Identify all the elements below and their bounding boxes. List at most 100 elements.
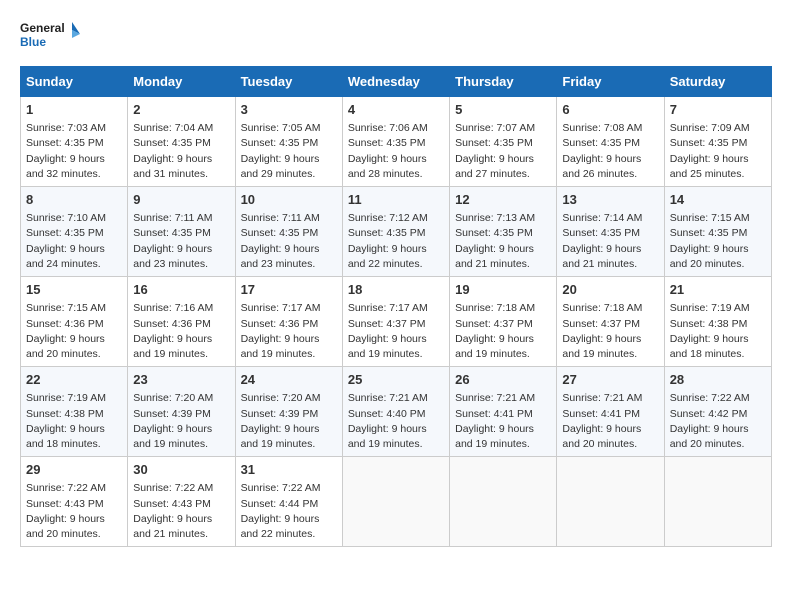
- day-info: Sunrise: 7:05 AMSunset: 4:35 PMDaylight:…: [241, 121, 337, 182]
- calendar-cell: 16 Sunrise: 7:16 AMSunset: 4:36 PMDayligh…: [128, 277, 235, 367]
- day-number: 1: [26, 101, 122, 119]
- svg-text:Blue: Blue: [20, 35, 46, 49]
- day-info: Sunrise: 7:20 AMSunset: 4:39 PMDaylight:…: [241, 391, 337, 452]
- day-number: 13: [562, 191, 658, 209]
- day-number: 27: [562, 371, 658, 389]
- calendar-cell: 23 Sunrise: 7:20 AMSunset: 4:39 PMDayligh…: [128, 367, 235, 457]
- calendar-cell: 5Sunrise: 7:07 AMSunset: 4:35 PMDaylight…: [450, 97, 557, 187]
- day-info: Sunrise: 7:11 AMSunset: 4:35 PMDaylight:…: [133, 211, 229, 272]
- day-number: 25: [348, 371, 444, 389]
- day-number: 9: [133, 191, 229, 209]
- day-number: 30: [133, 461, 229, 479]
- calendar-cell: 14Sunrise: 7:15 AMSunset: 4:35 PMDayligh…: [664, 187, 771, 277]
- day-info: Sunrise: 7:21 AMSunset: 4:41 PMDaylight:…: [455, 391, 551, 452]
- calendar-cell: 22 Sunrise: 7:19 AMSunset: 4:38 PMDayligh…: [21, 367, 128, 457]
- day-info: Sunrise: 7:03 AMSunset: 4:35 PMDaylight:…: [26, 121, 122, 182]
- day-info: Sunrise: 7:22 AMSunset: 4:42 PMDaylight:…: [670, 391, 766, 452]
- calendar-cell: 19Sunrise: 7:18 AMSunset: 4:37 PMDayligh…: [450, 277, 557, 367]
- calendar-cell: 3 Sunrise: 7:05 AMSunset: 4:35 PMDaylight…: [235, 97, 342, 187]
- day-info: Sunrise: 7:14 AMSunset: 4:35 PMDaylight:…: [562, 211, 658, 272]
- calendar-week-4: 22 Sunrise: 7:19 AMSunset: 4:38 PMDayligh…: [21, 367, 772, 457]
- day-info: Sunrise: 7:12 AMSunset: 4:35 PMDaylight:…: [348, 211, 444, 272]
- calendar-cell: [664, 457, 771, 547]
- header-day-friday: Friday: [557, 67, 664, 97]
- calendar-body: 1 Sunrise: 7:03 AMSunset: 4:35 PMDaylight…: [21, 97, 772, 547]
- day-info: Sunrise: 7:04 AMSunset: 4:35 PMDaylight:…: [133, 121, 229, 182]
- day-number: 4: [348, 101, 444, 119]
- calendar-cell: 29Sunrise: 7:22 AMSunset: 4:43 PMDayligh…: [21, 457, 128, 547]
- day-number: 26: [455, 371, 551, 389]
- day-number: 17: [241, 281, 337, 299]
- calendar-cell: 21 Sunrise: 7:19 AMSunset: 4:38 PMDayligh…: [664, 277, 771, 367]
- day-info: Sunrise: 7:22 AMSunset: 4:43 PMDaylight:…: [133, 481, 229, 542]
- day-info: Sunrise: 7:20 AMSunset: 4:39 PMDaylight:…: [133, 391, 229, 452]
- page-header: General Blue: [20, 16, 772, 56]
- day-info: Sunrise: 7:06 AMSunset: 4:35 PMDaylight:…: [348, 121, 444, 182]
- day-info: Sunrise: 7:16 AMSunset: 4:36 PMDaylight:…: [133, 301, 229, 362]
- calendar-cell: 6 Sunrise: 7:08 AMSunset: 4:35 PMDaylight…: [557, 97, 664, 187]
- day-info: Sunrise: 7:19 AMSunset: 4:38 PMDaylight:…: [26, 391, 122, 452]
- day-number: 23: [133, 371, 229, 389]
- calendar-cell: 4 Sunrise: 7:06 AMSunset: 4:35 PMDaylight…: [342, 97, 449, 187]
- header-day-thursday: Thursday: [450, 67, 557, 97]
- header-day-sunday: Sunday: [21, 67, 128, 97]
- day-number: 6: [562, 101, 658, 119]
- calendar-cell: 8 Sunrise: 7:10 AMSunset: 4:35 PMDaylight…: [21, 187, 128, 277]
- day-info: Sunrise: 7:10 AMSunset: 4:35 PMDaylight:…: [26, 211, 122, 272]
- day-info: Sunrise: 7:22 AMSunset: 4:44 PMDaylight:…: [241, 481, 337, 542]
- calendar-cell: [342, 457, 449, 547]
- logo: General Blue: [20, 16, 80, 56]
- day-number: 11: [348, 191, 444, 209]
- day-number: 22: [26, 371, 122, 389]
- calendar-cell: 7Sunrise: 7:09 AMSunset: 4:35 PMDaylight…: [664, 97, 771, 187]
- calendar-cell: 1 Sunrise: 7:03 AMSunset: 4:35 PMDaylight…: [21, 97, 128, 187]
- day-number: 8: [26, 191, 122, 209]
- calendar-cell: 28 Sunrise: 7:22 AMSunset: 4:42 PMDayligh…: [664, 367, 771, 457]
- calendar-cell: 10 Sunrise: 7:11 AMSunset: 4:35 PMDayligh…: [235, 187, 342, 277]
- calendar-cell: 24 Sunrise: 7:20 AMSunset: 4:39 PMDayligh…: [235, 367, 342, 457]
- calendar-cell: 12Sunrise: 7:13 AMSunset: 4:35 PMDayligh…: [450, 187, 557, 277]
- day-info: Sunrise: 7:18 AMSunset: 4:37 PMDaylight:…: [455, 301, 551, 362]
- day-number: 15: [26, 281, 122, 299]
- day-info: Sunrise: 7:09 AMSunset: 4:35 PMDaylight:…: [670, 121, 766, 182]
- calendar-cell: 2 Sunrise: 7:04 AMSunset: 4:35 PMDaylight…: [128, 97, 235, 187]
- day-info: Sunrise: 7:13 AMSunset: 4:35 PMDaylight:…: [455, 211, 551, 272]
- day-info: Sunrise: 7:08 AMSunset: 4:35 PMDaylight:…: [562, 121, 658, 182]
- calendar-cell: 26 Sunrise: 7:21 AMSunset: 4:41 PMDayligh…: [450, 367, 557, 457]
- calendar-table: SundayMondayTuesdayWednesdayThursdayFrid…: [20, 66, 772, 547]
- calendar-cell: 30 Sunrise: 7:22 AMSunset: 4:43 PMDayligh…: [128, 457, 235, 547]
- day-number: 21: [670, 281, 766, 299]
- day-number: 28: [670, 371, 766, 389]
- logo-svg: General Blue: [20, 16, 80, 56]
- calendar-cell: [557, 457, 664, 547]
- calendar-cell: 18Sunrise: 7:17 AMSunset: 4:37 PMDayligh…: [342, 277, 449, 367]
- day-number: 20: [562, 281, 658, 299]
- day-info: Sunrise: 7:11 AMSunset: 4:35 PMDaylight:…: [241, 211, 337, 272]
- day-info: Sunrise: 7:19 AMSunset: 4:38 PMDaylight:…: [670, 301, 766, 362]
- day-number: 31: [241, 461, 337, 479]
- day-info: Sunrise: 7:17 AMSunset: 4:36 PMDaylight:…: [241, 301, 337, 362]
- calendar-header: SundayMondayTuesdayWednesdayThursdayFrid…: [21, 67, 772, 97]
- day-info: Sunrise: 7:22 AMSunset: 4:43 PMDaylight:…: [26, 481, 122, 542]
- calendar-week-1: 1 Sunrise: 7:03 AMSunset: 4:35 PMDaylight…: [21, 97, 772, 187]
- calendar-cell: 27Sunrise: 7:21 AMSunset: 4:41 PMDayligh…: [557, 367, 664, 457]
- svg-text:General: General: [20, 21, 65, 35]
- day-number: 24: [241, 371, 337, 389]
- calendar-cell: 11 Sunrise: 7:12 AMSunset: 4:35 PMDayligh…: [342, 187, 449, 277]
- calendar-cell: [450, 457, 557, 547]
- header-day-tuesday: Tuesday: [235, 67, 342, 97]
- day-info: Sunrise: 7:15 AMSunset: 4:35 PMDaylight:…: [670, 211, 766, 272]
- calendar-cell: 17 Sunrise: 7:17 AMSunset: 4:36 PMDayligh…: [235, 277, 342, 367]
- day-number: 3: [241, 101, 337, 119]
- header-day-wednesday: Wednesday: [342, 67, 449, 97]
- calendar-cell: 13 Sunrise: 7:14 AMSunset: 4:35 PMDayligh…: [557, 187, 664, 277]
- day-number: 18: [348, 281, 444, 299]
- calendar-week-3: 15 Sunrise: 7:15 AMSunset: 4:36 PMDayligh…: [21, 277, 772, 367]
- day-number: 5: [455, 101, 551, 119]
- day-number: 16: [133, 281, 229, 299]
- day-number: 2: [133, 101, 229, 119]
- calendar-cell: 20Sunrise: 7:18 AMSunset: 4:37 PMDayligh…: [557, 277, 664, 367]
- day-info: Sunrise: 7:15 AMSunset: 4:36 PMDaylight:…: [26, 301, 122, 362]
- day-number: 10: [241, 191, 337, 209]
- calendar-cell: 31 Sunrise: 7:22 AMSunset: 4:44 PMDayligh…: [235, 457, 342, 547]
